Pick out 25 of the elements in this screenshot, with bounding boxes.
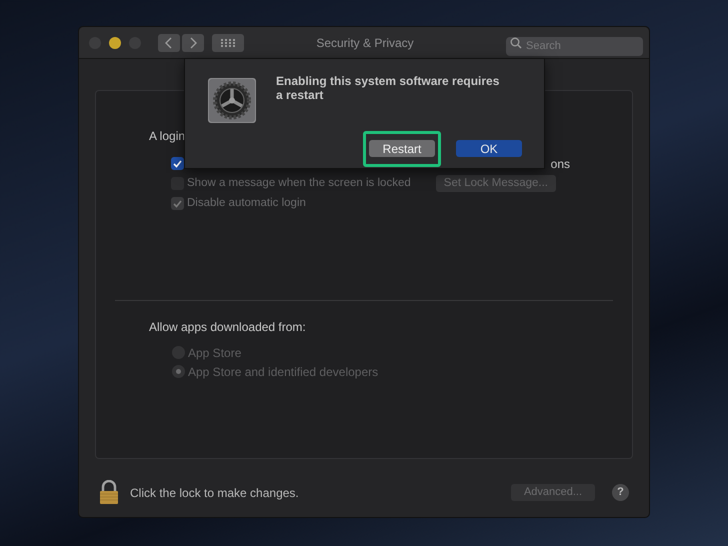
grid-view-button[interactable] [212, 34, 244, 52]
radio-button[interactable] [172, 365, 185, 378]
dialog-button[interactable]: OK [456, 140, 522, 157]
gear-icon [208, 78, 256, 123]
dialog-button[interactable]: Restart [369, 140, 435, 157]
advanced-button[interactable]: Advanced... [511, 484, 595, 501]
radio-label: App Store [188, 344, 242, 362]
section-label: A login [149, 129, 186, 143]
chevron-left-icon [165, 36, 173, 48]
alert-message: Enabling this system software requires a restart [276, 74, 500, 102]
window-title: Security & Privacy [316, 34, 414, 52]
checkbox[interactable] [171, 157, 184, 170]
checkbox-label: Disable automatic login [187, 196, 306, 211]
section-label: Allow apps downloaded from: [149, 320, 306, 334]
help-button[interactable]: ? [612, 484, 629, 501]
back-button[interactable] [158, 34, 180, 52]
grid-icon [221, 38, 235, 46]
lock-hint-text: Click the lock to make changes. [130, 484, 299, 502]
padlock-icon[interactable] [99, 480, 119, 505]
checkbox-label: Show a message when the screen is locked [187, 176, 411, 191]
chevron-right-icon [189, 36, 197, 48]
checkbox-label: ons [550, 156, 570, 172]
search-icon [510, 37, 522, 49]
radio-label: App Store and identified developers [188, 364, 378, 380]
forward-button[interactable] [182, 34, 204, 52]
